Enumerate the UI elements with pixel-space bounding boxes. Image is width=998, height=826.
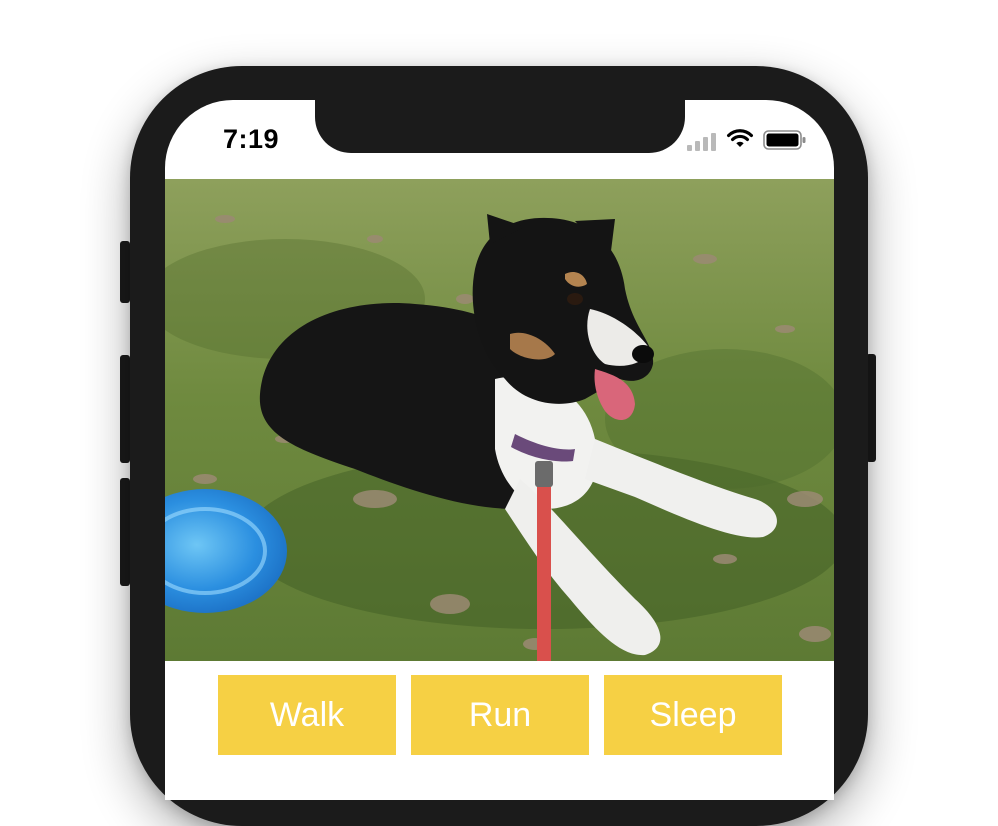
phone-screen: 7:19 Walk Run Sleep	[165, 100, 834, 800]
cellular-signal-icon	[687, 129, 719, 151]
battery-icon	[763, 130, 806, 150]
volume-down-button	[120, 478, 130, 586]
action-button-row: Walk Run Sleep	[218, 675, 782, 755]
run-button[interactable]: Run	[411, 675, 589, 755]
walk-button[interactable]: Walk	[218, 675, 396, 755]
dog-photo	[165, 179, 834, 661]
mute-switch	[120, 241, 130, 303]
volume-up-button	[120, 355, 130, 463]
wifi-icon	[727, 129, 753, 147]
sleep-button[interactable]: Sleep	[604, 675, 782, 755]
status-time: 7:19	[223, 124, 280, 154]
notch	[315, 100, 685, 153]
